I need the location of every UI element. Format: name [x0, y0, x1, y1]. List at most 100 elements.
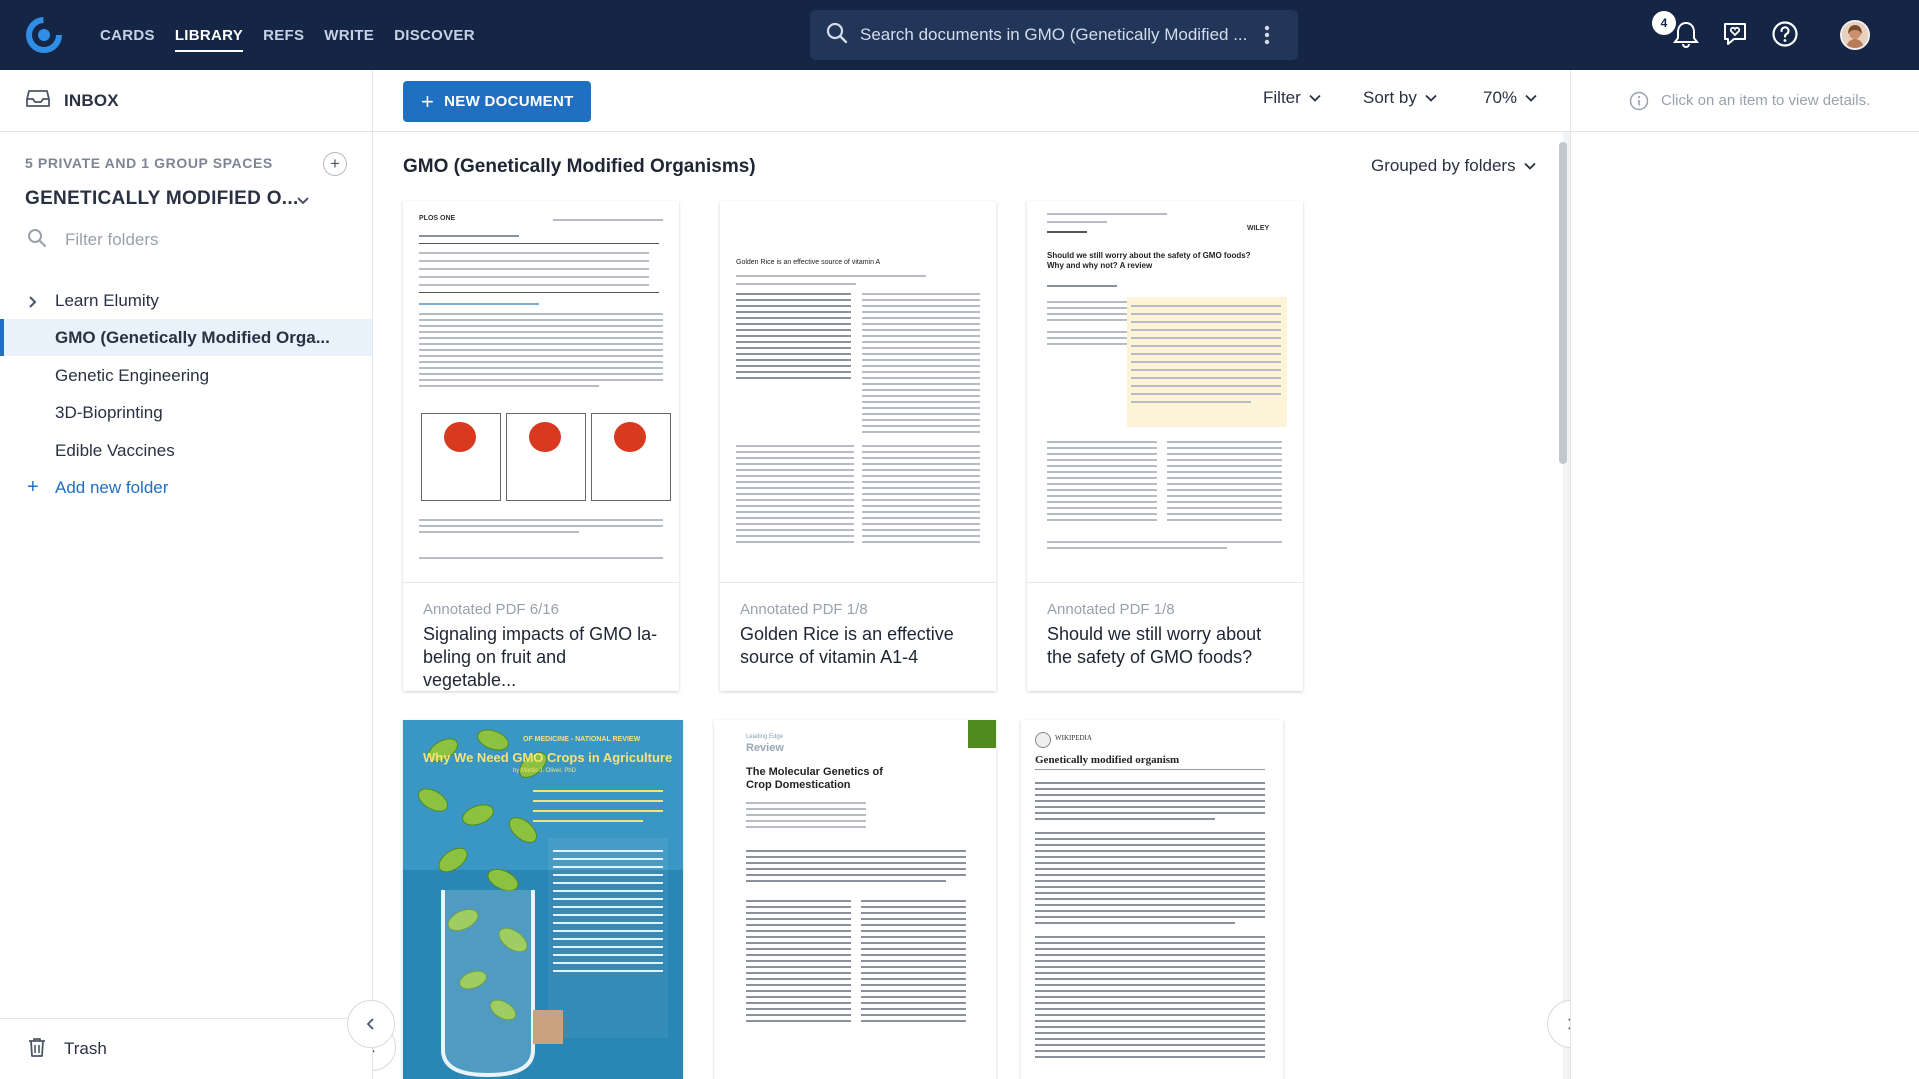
document-meta: Annotated PDF 1/8	[1047, 601, 1175, 618]
document-heading: The Molecular Genetics of Crop Domestica…	[746, 766, 883, 791]
chevron-down-icon	[1309, 94, 1321, 102]
chevron-down-icon	[1523, 162, 1536, 170]
nav-cards[interactable]: CARDS	[100, 21, 155, 50]
inbox-item[interactable]: INBOX	[0, 70, 372, 132]
notification-badge: 4	[1652, 11, 1676, 35]
grouping-selector[interactable]: Grouped by folders	[1371, 156, 1536, 176]
sidebar: INBOX 5 PRIVATE AND 1 GROUP SPACES + GEN…	[0, 70, 373, 1079]
search-bar[interactable]: Search documents in GMO (Genetically Mod…	[810, 10, 1298, 60]
search-icon	[826, 22, 848, 49]
document-card[interactable]: PLOS ONE Annotated PDF 6/16 Signaling im…	[403, 201, 679, 691]
library-toolbar: + NEW DOCUMENT Filter Sort by 70%	[373, 70, 1570, 132]
avatar[interactable]	[1840, 20, 1870, 50]
grouping-label: Grouped by folders	[1371, 156, 1516, 175]
nav-library[interactable]: LIBRARY	[174, 21, 244, 52]
search-input[interactable]: Search documents in GMO (Genetically Mod…	[860, 25, 1265, 45]
document-thumbnail: WILEY Should we still worry about the sa…	[1027, 201, 1303, 583]
document-thumbnail: Golden Rice is an effective source of vi…	[720, 201, 996, 583]
sidebar-folder-learn-elumity[interactable]: Learn Elumity	[0, 282, 372, 319]
nav-discover[interactable]: DISCOVER	[394, 21, 475, 50]
sidebar-folder-3d-bioprinting[interactable]: 3D-Bioprinting	[0, 394, 372, 431]
folder-label: GMO (Genetically Modified Orga...	[55, 327, 330, 347]
document-card[interactable]: Golden Rice is an effective source of vi…	[720, 201, 996, 691]
document-heading: Should we still worry about the safety o…	[1047, 251, 1251, 270]
document-card[interactable]: WILEY Should we still worry about the sa…	[1027, 201, 1303, 691]
sidebar-folder-gmo[interactable]: GMO (Genetically Modified Orga...	[0, 319, 372, 356]
spaces-heading: 5 PRIVATE AND 1 GROUP SPACES	[25, 155, 273, 171]
add-folder-label: Add new folder	[55, 477, 169, 497]
folder-label: Learn Elumity	[55, 290, 159, 310]
tomato-image	[506, 413, 586, 501]
add-space-button[interactable]: +	[323, 152, 347, 176]
document-title: Should we still worry about the safety o…	[1047, 624, 1262, 667]
journal-label: PLOS ONE	[419, 215, 456, 222]
brand-text: WIKIPEDIA	[1055, 734, 1092, 742]
kicker-text: Leading Edge	[746, 734, 784, 740]
chevron-down-icon	[1525, 94, 1537, 102]
scroll-prev-button[interactable]	[347, 1000, 395, 1048]
details-hint: Click on an item to view details.	[1661, 92, 1871, 109]
section-text: Review	[746, 742, 784, 754]
chevron-down-icon[interactable]	[296, 193, 310, 211]
sidebar-folder-genetic-engineering[interactable]: Genetic Engineering	[0, 357, 372, 394]
library-main: + NEW DOCUMENT Filter Sort by 70% GMO (G…	[373, 70, 1570, 1079]
publisher-logo: WILEY	[1247, 225, 1270, 232]
document-title: Signaling impacts of GMO la-beling on fr…	[423, 624, 658, 690]
details-panel-header: Click on an item to view details.	[1571, 70, 1919, 132]
space-title[interactable]: GENETICALLY MODIFIED O...	[25, 188, 299, 210]
filter-label: Filter	[1263, 88, 1301, 107]
cell-logo-icon	[968, 720, 996, 748]
document-thumbnail: PLOS ONE	[403, 201, 679, 583]
nav-refs[interactable]: REFS	[263, 21, 304, 50]
document-meta: Annotated PDF 6/16	[423, 601, 559, 618]
inbox-label: INBOX	[64, 90, 119, 110]
nav-write[interactable]: WRITE	[324, 21, 374, 50]
plus-icon: +	[330, 154, 340, 173]
info-icon	[1629, 91, 1649, 116]
document-heading: Golden Rice is an effective source of vi…	[736, 259, 881, 266]
chevron-right-icon[interactable]	[28, 294, 38, 314]
trash-label: Trash	[64, 1039, 107, 1058]
trash-icon	[28, 1037, 46, 1062]
document-card[interactable]: WIKIPEDIA Genetically modified organism	[1021, 720, 1283, 1079]
document-meta: Annotated PDF 1/8	[740, 601, 868, 618]
filter-folders[interactable]: Filter folders	[27, 222, 159, 258]
logo-icon[interactable]	[26, 17, 62, 53]
byline-text: by Martin J. Oliver, PhD	[513, 768, 577, 774]
chevron-left-icon	[366, 1018, 374, 1030]
sidebar-folder-edible-vaccines[interactable]: Edible Vaccines	[0, 432, 372, 469]
scrollbar[interactable]	[1559, 142, 1567, 464]
plus-icon: +	[421, 88, 435, 114]
more-vertical-icon[interactable]	[1264, 25, 1270, 45]
wikipedia-globe-icon	[1035, 732, 1051, 748]
inbox-icon	[26, 88, 50, 113]
new-document-label: NEW DOCUMENT	[444, 93, 574, 110]
add-folder-button[interactable]: + Add new folder	[0, 469, 372, 506]
main-nav: CARDS LIBRARY REFS WRITE DISCOVER	[100, 0, 475, 70]
zoom-button[interactable]: 70%	[1483, 88, 1537, 108]
filter-button[interactable]: Filter	[1263, 88, 1321, 108]
search-icon	[27, 228, 47, 253]
help-icon[interactable]	[1769, 18, 1801, 50]
tomato-image	[421, 413, 501, 501]
details-panel: Click on an item to view details.	[1570, 70, 1919, 1079]
chevron-down-icon	[1425, 94, 1437, 102]
top-navigation-bar: CARDS LIBRARY REFS WRITE DISCOVER Search…	[0, 0, 1919, 70]
document-heading: Genetically modified organism	[1035, 754, 1265, 770]
new-document-button[interactable]: + NEW DOCUMENT	[403, 81, 591, 122]
zoom-label: 70%	[1483, 88, 1518, 107]
section-title: GMO (Genetically Modified Organisms)	[403, 156, 756, 177]
folder-label: 3D-Bioprinting	[55, 402, 163, 422]
sort-button[interactable]: Sort by	[1363, 88, 1437, 108]
cover-heading: Why We Need GMO Crops in Agriculture	[423, 750, 673, 765]
trash-item[interactable]: Trash	[0, 1018, 372, 1079]
tomato-image	[591, 413, 671, 501]
document-title: Golden Rice is an effective source of vi…	[740, 624, 954, 667]
document-card[interactable]: OF MEDICINE - NATIONAL REVIEW Why We Nee…	[403, 720, 683, 1079]
sort-label: Sort by	[1363, 88, 1417, 107]
filter-folders-input[interactable]: Filter folders	[65, 230, 159, 250]
plus-icon: +	[27, 476, 39, 498]
folder-label: Genetic Engineering	[55, 365, 210, 385]
document-card[interactable]: Leading Edge Review The Molecular Geneti…	[714, 720, 996, 1079]
chat-heart-icon[interactable]	[1719, 18, 1751, 50]
